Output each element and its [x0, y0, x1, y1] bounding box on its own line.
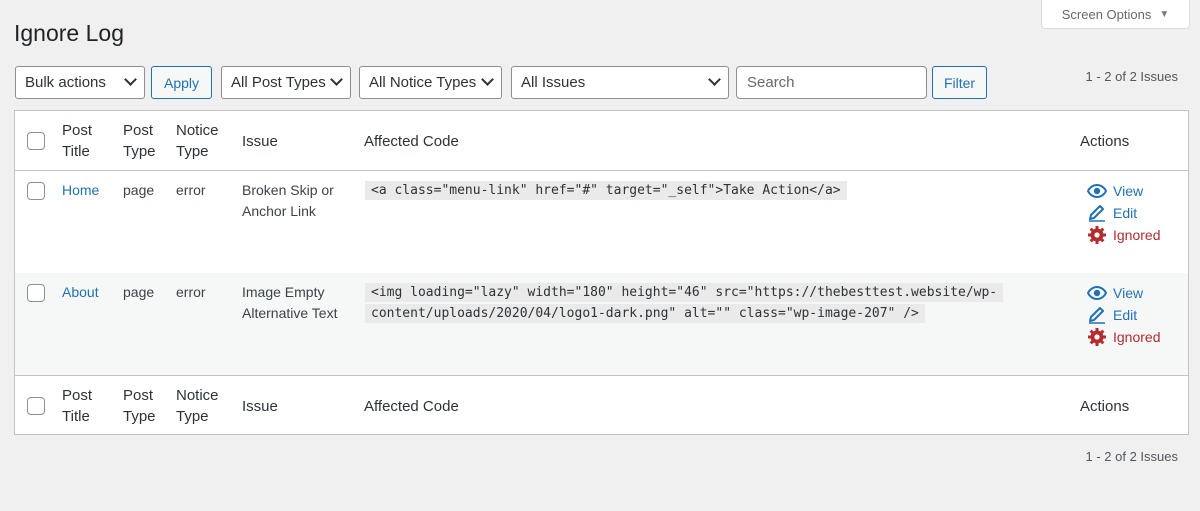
- screen-options-button[interactable]: Screen Options ▼: [1041, 0, 1190, 29]
- row-checkbox[interactable]: [27, 284, 45, 302]
- affected-code: <a class="menu-link" href="#" target="_s…: [365, 180, 847, 201]
- top-tablenav: Bulk actions Apply All Post Types All No…: [15, 66, 1185, 99]
- column-label: Type: [123, 143, 156, 160]
- column-label: Title: [62, 143, 90, 160]
- triangle-down-icon: ▼: [1159, 8, 1170, 20]
- pagination-count: 1 - 2 of 2 Issues: [1085, 69, 1179, 84]
- post-types-select[interactable]: All Post Types: [221, 66, 351, 99]
- issues-select[interactable]: All Issues: [511, 66, 729, 99]
- column-label: Post: [62, 122, 93, 139]
- notice-type-value: error: [176, 284, 206, 300]
- issue-value: Image Empty Alternative Text: [242, 282, 337, 324]
- column-notice-type[interactable]: Notice Type: [176, 120, 219, 162]
- affected-code: <img loading="lazy" width="180" height="…: [365, 282, 1004, 324]
- column-label: Notice: [176, 387, 219, 404]
- column-post-title[interactable]: Post Title: [62, 120, 92, 162]
- column-label: Post: [123, 387, 154, 404]
- table-footer-row: Post Title Post Type Notice Type Issue A…: [15, 375, 1188, 435]
- post-title-link[interactable]: Home: [62, 180, 99, 201]
- pencil-icon: [1089, 307, 1105, 324]
- pagination-count: 1 - 2 of 2 Issues: [1085, 449, 1179, 464]
- column-notice-type[interactable]: Notice Type: [176, 385, 219, 427]
- column-label: Notice: [176, 122, 219, 139]
- view-label: View: [1113, 284, 1144, 301]
- column-actions: Actions: [1080, 398, 1130, 415]
- chevron-down-icon: [124, 73, 137, 86]
- table-row: Home page error Broken Skip or Anchor Li…: [15, 171, 1188, 273]
- ignored-label: Ignored: [1113, 226, 1161, 243]
- column-actions: Actions: [1080, 133, 1130, 150]
- gear-icon: [1088, 328, 1106, 346]
- issue-line: Alternative Text: [242, 305, 338, 321]
- row-actions: View Edit Ignored: [1087, 180, 1160, 246]
- column-post-title[interactable]: Post Title: [62, 385, 92, 427]
- issue-line: Image Empty: [242, 284, 325, 300]
- bulk-actions-value: Bulk actions: [25, 74, 106, 91]
- filter-button[interactable]: Filter: [932, 66, 987, 99]
- view-label: View: [1113, 182, 1144, 199]
- bulk-actions-select[interactable]: Bulk actions: [15, 66, 145, 99]
- issues-value: All Issues: [521, 74, 586, 91]
- post-type-value: page: [123, 284, 155, 300]
- chevron-down-icon: [330, 73, 343, 86]
- apply-button[interactable]: Apply: [151, 66, 212, 99]
- column-label: Type: [176, 143, 209, 160]
- column-label: Type: [123, 408, 156, 425]
- column-issue[interactable]: Issue: [242, 396, 278, 417]
- notice-types-value: All Notice Types: [369, 74, 477, 91]
- column-label: Title: [62, 408, 90, 425]
- code-line: content/uploads/2020/04/logo1-dark.png" …: [365, 304, 925, 323]
- column-issue[interactable]: Issue: [242, 131, 278, 152]
- screen-options-label: Screen Options: [1061, 6, 1152, 22]
- select-all-checkbox[interactable]: [27, 397, 45, 415]
- row-actions: View Edit Ignored: [1087, 282, 1160, 348]
- column-affected-code[interactable]: Affected Code: [364, 396, 459, 417]
- search-input[interactable]: [736, 66, 927, 99]
- column-affected-code[interactable]: Affected Code: [364, 131, 459, 152]
- code-line: <a class="menu-link" href="#" target="_s…: [365, 181, 847, 200]
- chevron-down-icon: [481, 73, 494, 86]
- edit-label: Edit: [1113, 306, 1138, 323]
- issues-table: Post Title Post Type Notice Type Issue A…: [14, 110, 1189, 435]
- eye-icon: [1087, 184, 1107, 198]
- post-type-value: page: [123, 182, 155, 198]
- post-types-value: All Post Types: [231, 74, 326, 91]
- column-post-type[interactable]: Post Type: [123, 120, 156, 162]
- edit-label: Edit: [1113, 204, 1138, 221]
- notice-types-select[interactable]: All Notice Types: [359, 66, 502, 99]
- gear-icon: [1088, 226, 1106, 244]
- column-label: Type: [176, 408, 209, 425]
- ignored-label: Ignored: [1113, 328, 1161, 345]
- ignored-action[interactable]: Ignored: [1087, 326, 1160, 348]
- issue-value: Broken Skip or Anchor Link: [242, 180, 334, 222]
- pencil-icon: [1089, 205, 1105, 222]
- view-action[interactable]: View: [1087, 180, 1160, 202]
- code-line: <img loading="lazy" width="180" height="…: [365, 283, 1004, 302]
- issue-line: Broken Skip or: [242, 182, 334, 198]
- select-all-checkbox[interactable]: [27, 132, 45, 150]
- edit-action[interactable]: Edit: [1087, 202, 1160, 224]
- table-header-row: Post Title Post Type Notice Type Issue A…: [15, 111, 1188, 171]
- edit-action[interactable]: Edit: [1087, 304, 1160, 326]
- notice-type-value: error: [176, 182, 206, 198]
- column-label: Post: [62, 387, 93, 404]
- column-label: Post: [123, 122, 154, 139]
- issue-line: Anchor Link: [242, 203, 316, 219]
- column-post-type[interactable]: Post Type: [123, 385, 156, 427]
- page-title: Ignore Log: [14, 20, 124, 46]
- eye-icon: [1087, 286, 1107, 300]
- ignored-action[interactable]: Ignored: [1087, 224, 1160, 246]
- post-title-link[interactable]: About: [62, 282, 99, 303]
- table-row: About page error Image Empty Alternative…: [15, 273, 1188, 375]
- row-checkbox[interactable]: [27, 182, 45, 200]
- view-action[interactable]: View: [1087, 282, 1160, 304]
- chevron-down-icon: [708, 73, 721, 86]
